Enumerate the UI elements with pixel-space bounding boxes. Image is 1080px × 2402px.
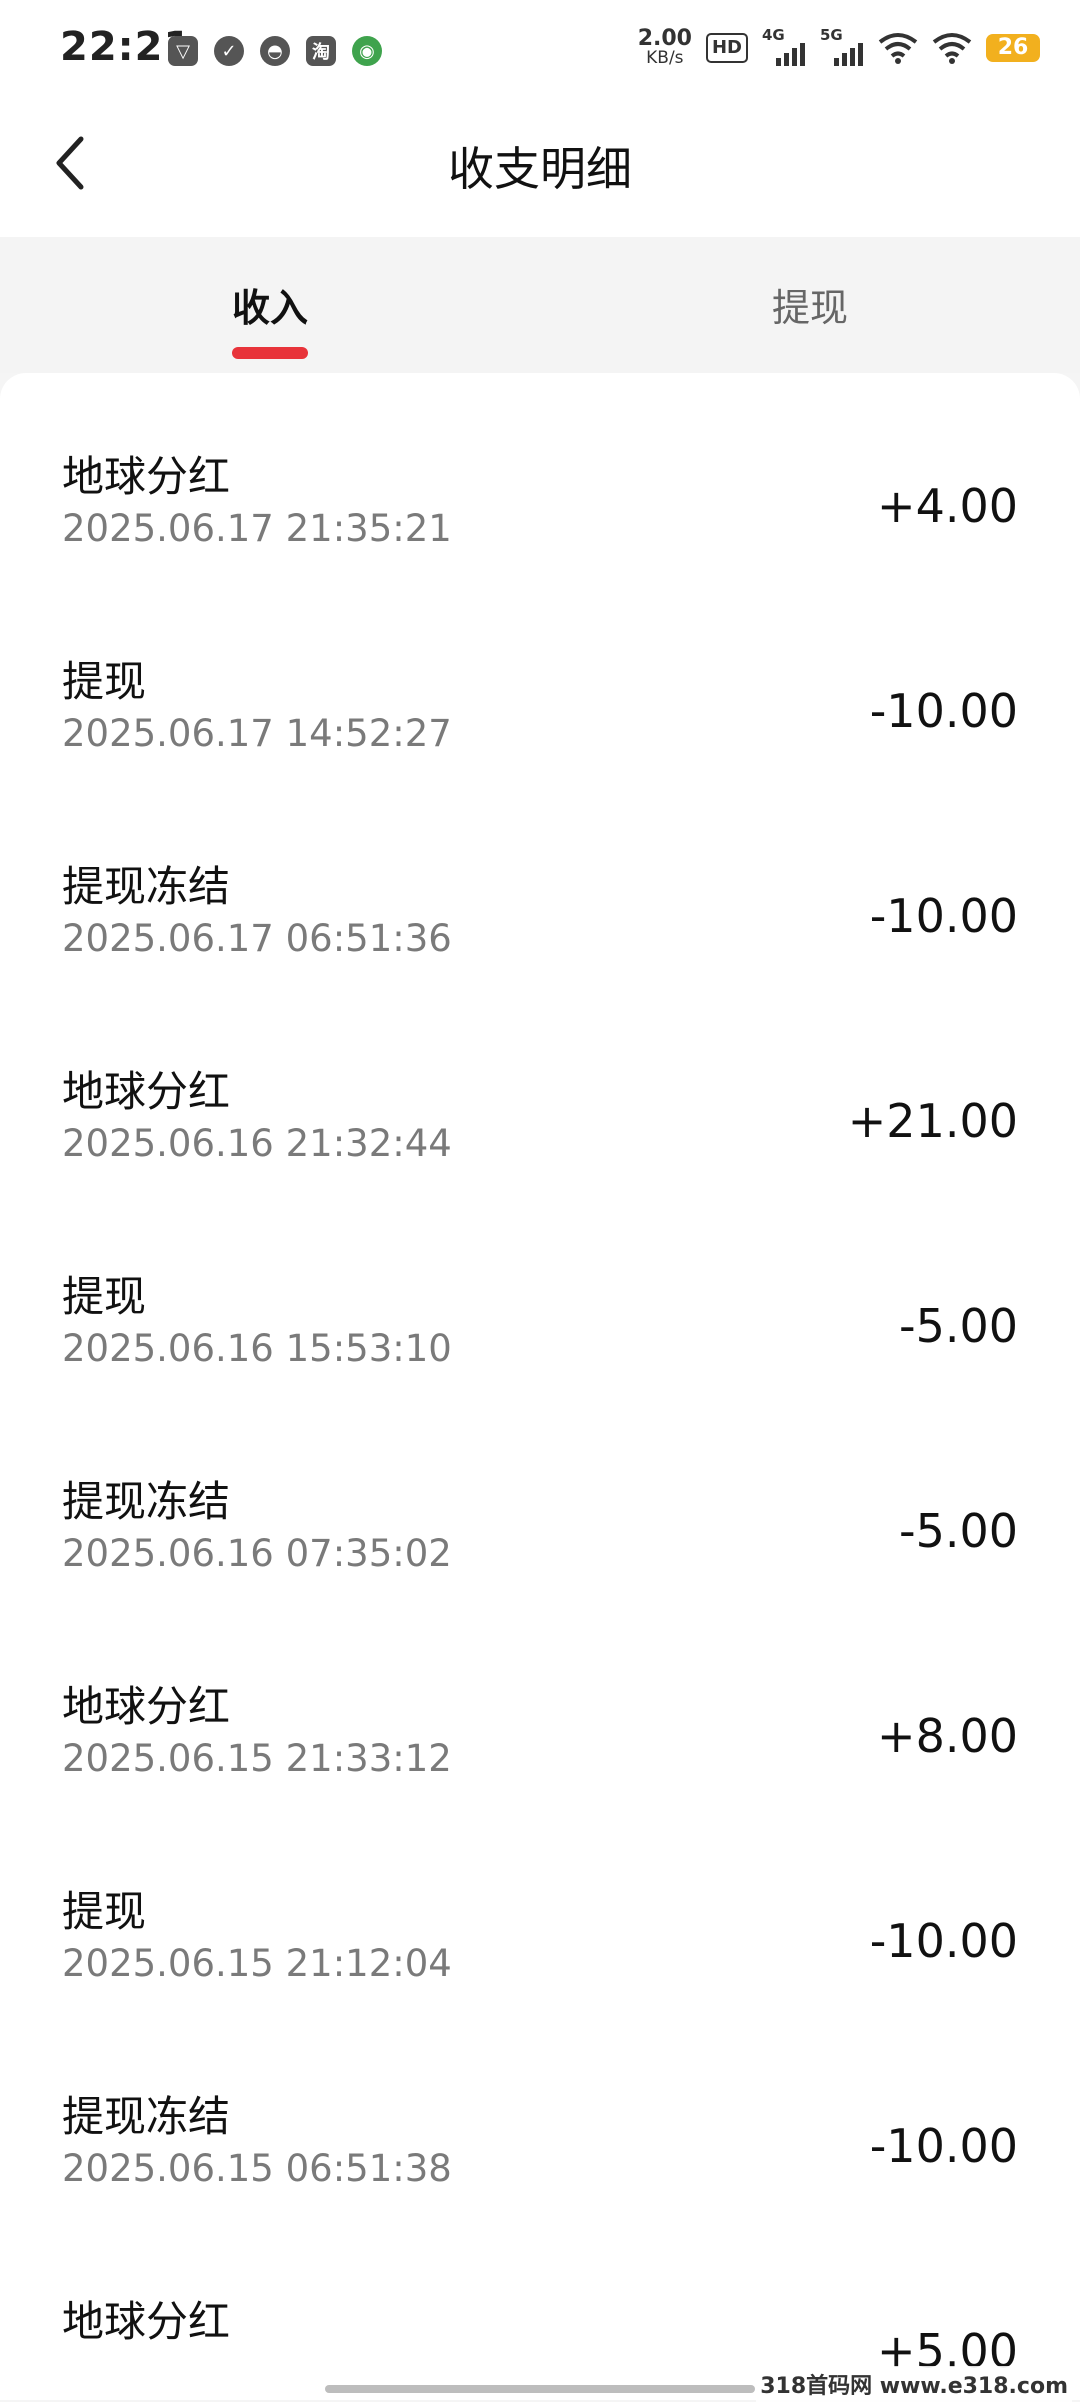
transaction-amount: -10.00 xyxy=(869,2119,1018,2173)
transaction-time: 2025.06.16 21:32:44 xyxy=(62,1122,452,1165)
active-tab-indicator xyxy=(232,347,308,359)
navigation-header: 收支明细 xyxy=(0,105,1080,237)
transaction-amount: +4.00 xyxy=(877,479,1018,533)
transaction-title: 提现冻结 xyxy=(62,2092,231,2141)
list-item: 地球分红 2025.06.15 21:33:12 +8.00 xyxy=(0,1603,1080,1808)
status-bar: 22:21 ▽ ✓ ◓ 淘 ◉ 2.00 KB/s HD 4G 5G 26 xyxy=(0,0,1080,105)
list-item: 提现冻结 2025.06.16 07:35:02 -5.00 xyxy=(0,1398,1080,1603)
transaction-amount: +21.00 xyxy=(847,1094,1018,1148)
wifi-secondary-icon xyxy=(932,32,972,64)
transaction-amount: +8.00 xyxy=(877,1709,1018,1763)
transaction-amount: -10.00 xyxy=(869,1914,1018,1968)
watermark: 318首码网 www.e318.com xyxy=(756,2366,1072,2402)
transaction-time: 2025.06.17 21:35:21 xyxy=(62,507,452,550)
signal-sim1-icon: 4G xyxy=(762,26,806,66)
transaction-title: 地球分红 xyxy=(62,452,231,501)
network-speed: 2.00 KB/s xyxy=(638,28,692,67)
tab-bar: 收入 提现 xyxy=(0,237,1080,373)
list-item: 提现 2025.06.17 14:52:27 -10.00 xyxy=(0,578,1080,783)
sim1-network-label: 4G xyxy=(762,25,785,44)
list-item: 地球分红 2025.06.16 21:32:44 +21.00 xyxy=(0,988,1080,1193)
transaction-amount: -10.00 xyxy=(869,684,1018,738)
list-item: 提现冻结 2025.06.17 06:51:36 -10.00 xyxy=(0,783,1080,988)
status-indicators: 2.00 KB/s HD 4G 5G 26 xyxy=(638,26,1040,67)
transaction-list[interactable]: 地球分红 2025.06.17 21:35:21 +4.00 提现 2025.0… xyxy=(0,373,1080,2400)
network-speed-value: 2.00 xyxy=(637,26,692,51)
transaction-title: 提现 xyxy=(62,657,147,706)
transaction-time: 2025.06.15 06:51:38 xyxy=(62,2147,452,2190)
vpn-app-icon: ✓ xyxy=(214,36,244,66)
hd-voice-icon: HD xyxy=(705,32,748,63)
qq-icon: ◓ xyxy=(260,36,290,66)
network-speed-unit: KB/s xyxy=(646,48,684,68)
transaction-amount: -10.00 xyxy=(869,889,1018,943)
list-item: 地球分红 2025.06.17 21:35:21 +4.00 xyxy=(0,373,1080,578)
list-item: 提现冻结 2025.06.15 06:51:38 -10.00 xyxy=(0,2013,1080,2218)
transaction-time: 2025.06.15 21:33:12 xyxy=(62,1737,452,1780)
wifi-icon xyxy=(878,32,918,64)
tab-withdraw[interactable]: 提现 xyxy=(660,277,960,332)
sim2-network-label: 5G xyxy=(820,25,843,44)
transaction-title: 提现冻结 xyxy=(62,1477,231,1526)
transaction-time: 2025.06.16 15:53:10 xyxy=(62,1327,452,1370)
transaction-time: 2025.06.17 06:51:36 xyxy=(62,917,452,960)
transaction-title: 地球分红 xyxy=(62,1682,231,1731)
transaction-title: 提现冻结 xyxy=(62,862,231,911)
list-item: 提现 2025.06.16 15:53:10 -5.00 xyxy=(0,1193,1080,1398)
transaction-amount: -5.00 xyxy=(898,1299,1018,1353)
transaction-amount: -5.00 xyxy=(898,1504,1018,1558)
battery-icon: 26 xyxy=(986,33,1040,62)
transaction-time: 2025.06.16 07:35:02 xyxy=(62,1532,452,1575)
page-title: 收支明细 xyxy=(448,142,632,196)
list-item: 提现 2025.06.15 21:12:04 -10.00 xyxy=(0,1808,1080,2013)
shield-app-icon: ▽ xyxy=(168,36,198,66)
tab-income[interactable]: 收入 xyxy=(120,277,420,332)
notification-icons: ▽ ✓ ◓ 淘 ◉ xyxy=(168,36,382,66)
game-app-icon: ◉ xyxy=(352,36,382,66)
taobao-icon: 淘 xyxy=(306,36,336,66)
transaction-time: 2025.06.17 14:52:27 xyxy=(62,712,452,755)
transaction-title: 提现 xyxy=(62,1887,147,1936)
transaction-title: 提现 xyxy=(62,1272,147,1321)
transaction-time: 2025.06.15 21:12:04 xyxy=(62,1942,452,1985)
transaction-title: 地球分红 xyxy=(62,1067,231,1116)
transaction-title: 地球分红 xyxy=(62,2297,231,2346)
signal-sim2-icon: 5G xyxy=(820,26,864,66)
home-indicator[interactable] xyxy=(325,2385,755,2393)
